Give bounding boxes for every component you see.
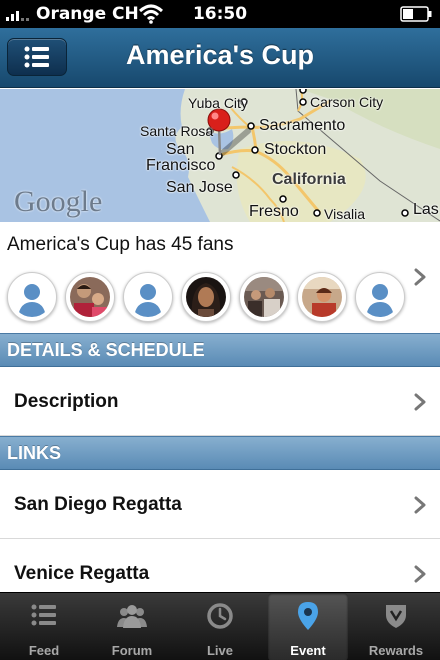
fan-avatar-placeholder[interactable]: [7, 272, 57, 322]
tab-forum[interactable]: Forum: [88, 593, 176, 660]
map-label-stockton: Stockton: [264, 141, 327, 158]
tab-bar: Feed Forum Live Event Rewards: [0, 592, 440, 660]
fan-avatar-placeholder[interactable]: [123, 272, 173, 322]
description-row[interactable]: Description: [0, 368, 440, 436]
map-label-santa-rosa: Santa Rosa: [140, 123, 214, 139]
shield-icon: [386, 605, 406, 628]
page-title: America's Cup: [126, 40, 314, 70]
section-header-links: LINKS: [0, 436, 440, 470]
fan-avatar-photo[interactable]: [65, 272, 115, 322]
fan-photo: [70, 277, 110, 317]
status-bar: Orange CH 16:50: [0, 0, 440, 28]
person-silhouette-icon: [128, 277, 168, 317]
tab-event[interactable]: Event: [268, 593, 348, 660]
chevron-right-icon: [414, 393, 426, 411]
description-label: Description: [14, 391, 119, 412]
fan-photo: [244, 277, 284, 317]
people-icon: [117, 605, 147, 628]
chevron-right-icon: [414, 496, 426, 514]
person-silhouette-icon: [12, 277, 52, 317]
fans-count-title: America's Cup has 45 fans: [7, 234, 234, 255]
clock-time: 16:50: [192, 4, 248, 24]
fans-row[interactable]: [0, 268, 440, 326]
link-row-venice[interactable]: Venice Regatta: [0, 540, 440, 592]
map-label-san-francisco-line2: Francisco: [146, 157, 216, 174]
map-label-visalia: Visalia: [324, 206, 365, 222]
fan-avatar-photo[interactable]: [181, 272, 231, 322]
link-row-san-diego[interactable]: San Diego Regatta: [0, 471, 440, 539]
tab-feed[interactable]: Feed: [0, 593, 88, 660]
battery-icon: [400, 6, 432, 22]
link-label-san-diego: San Diego Regatta: [14, 494, 182, 515]
tab-label: Event: [290, 643, 326, 658]
fan-photo: [302, 277, 342, 317]
tab-rewards[interactable]: Rewards: [352, 593, 440, 660]
link-label-venice: Venice Regatta: [14, 563, 150, 584]
tab-label: Feed: [28, 643, 60, 658]
list-icon: [31, 604, 56, 626]
map-label-san-jose: San Jose: [166, 179, 233, 196]
map-label-fresno: Fresno: [249, 203, 299, 220]
map-label-california: California: [272, 171, 346, 188]
map-label-carson-city: Carson City: [310, 94, 384, 110]
section-header-details: DETAILS & SCHEDULE: [0, 333, 440, 367]
chevron-right-icon: [414, 565, 426, 583]
tab-label: Live: [206, 643, 233, 658]
google-logo: Google: [14, 185, 103, 218]
clock-icon: [207, 603, 233, 629]
list-icon: [24, 46, 49, 68]
tab-live[interactable]: Live: [176, 593, 264, 660]
tab-label: Rewards: [368, 643, 424, 658]
chevron-right-icon[interactable]: [413, 268, 427, 286]
fan-avatar-photo[interactable]: [239, 272, 289, 322]
map-label-sacramento: Sacramento: [259, 117, 346, 134]
menu-button[interactable]: [7, 38, 67, 76]
tab-label: Forum: [111, 643, 153, 658]
fan-photo: [186, 277, 226, 317]
fan-avatar-placeholder[interactable]: [355, 272, 405, 322]
navigation-bar: America's Cup: [0, 28, 440, 88]
fan-avatar-photo[interactable]: [297, 272, 347, 322]
location-pin-icon: [298, 602, 318, 630]
event-map[interactable]: Yuba City Carson City Santa Rosa Sacrame…: [0, 89, 440, 222]
person-silhouette-icon: [360, 277, 400, 317]
map-label-yuba-city: Yuba City: [188, 95, 248, 111]
map-label-las: Las: [413, 201, 439, 218]
